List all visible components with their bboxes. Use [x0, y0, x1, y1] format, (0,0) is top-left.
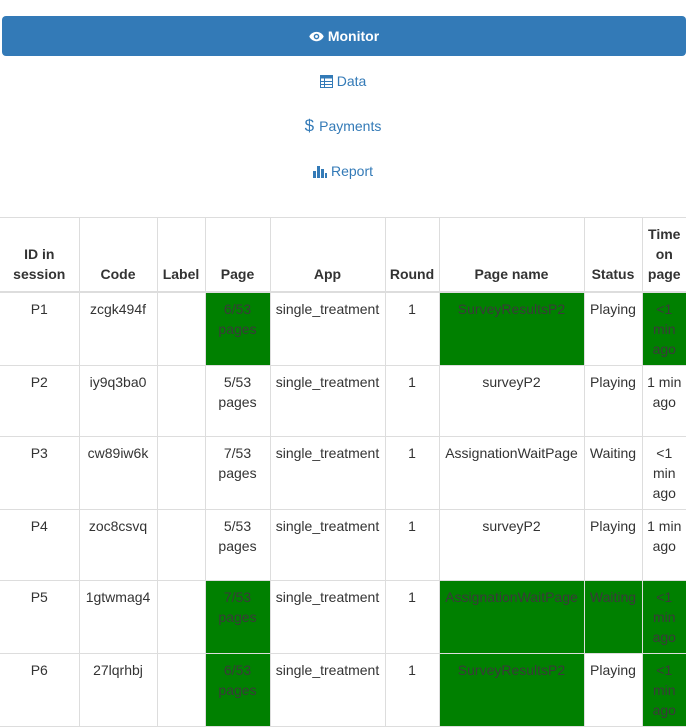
cell-page-name: SurveyResultsP2 [438, 653, 585, 727]
cell-time-on-page: <1 min ago [641, 653, 686, 727]
cell-id: P4 [0, 509, 80, 581]
bar-chart-icon [312, 165, 327, 178]
table-row: P2 iy9q3ba0 5/53 pages single_treatment … [0, 365, 686, 437]
cell-id: P5 [0, 580, 80, 654]
nav-payments-link[interactable]: $ Payments [0, 106, 686, 146]
cell-app: single_treatment [269, 509, 386, 581]
cell-status: Waiting [583, 436, 643, 510]
dollar-icon: $ [304, 116, 315, 135]
cell-label [156, 653, 206, 727]
cell-page: 7/53 pages [204, 580, 271, 654]
table-row: P3 cw89iw6k 7/53 pages single_treatment … [0, 436, 686, 510]
cell-status: Waiting [583, 580, 643, 654]
cell-round: 1 [384, 653, 440, 727]
cell-page-name: AssignationWaitPage [438, 436, 585, 510]
header-round: Round [384, 217, 440, 293]
nav-data-label: Data [336, 73, 367, 89]
nav-monitor-button[interactable]: Monitor [2, 16, 686, 56]
cell-id: P2 [0, 365, 80, 437]
cell-page: 7/53 pages [204, 436, 271, 510]
cell-id: P3 [0, 436, 80, 510]
table-icon [319, 74, 333, 88]
cell-label [156, 509, 206, 581]
cell-status: Playing [583, 653, 643, 727]
cell-code: iy9q3ba0 [78, 365, 158, 437]
header-id-in-session: ID in session [0, 217, 80, 293]
cell-label [156, 365, 206, 437]
cell-app: single_treatment [269, 436, 386, 510]
table-row: P5 1gtwmag4 7/53 pages single_treatment … [0, 580, 686, 654]
cell-app: single_treatment [269, 580, 386, 654]
cell-page-name: surveyP2 [438, 509, 585, 581]
header-time-on-page: Time on page [641, 217, 686, 293]
cell-page: 6/53 pages [204, 291, 271, 366]
cell-code: zoc8csvq [78, 509, 158, 581]
monitor-table: ID in session Code Label Page App Round … [0, 217, 686, 727]
header-page-name: Page name [438, 217, 585, 293]
nav-report-label: Report [330, 163, 374, 179]
cell-round: 1 [384, 580, 440, 654]
table-header-row: ID in session Code Label Page App Round … [0, 217, 686, 293]
header-code: Code [78, 217, 158, 293]
cell-time-on-page: <1 min ago [641, 436, 686, 510]
cell-code: zcgk494f [78, 291, 158, 366]
cell-code: cw89iw6k [78, 436, 158, 510]
cell-app: single_treatment [269, 653, 386, 727]
cell-time-on-page: 1 min ago [641, 365, 686, 437]
cell-app: single_treatment [269, 365, 386, 437]
cell-id: P6 [0, 653, 80, 727]
cell-status: Playing [583, 365, 643, 437]
header-page: Page [204, 217, 271, 293]
cell-time-on-page: <1 min ago [641, 580, 686, 654]
cell-page: 5/53 pages [204, 365, 271, 437]
nav-data-link[interactable]: Data [0, 61, 686, 101]
cell-label [156, 436, 206, 510]
header-label: Label [156, 217, 206, 293]
cell-page-name: SurveyResultsP2 [438, 291, 585, 366]
cell-time-on-page: 1 min ago [641, 509, 686, 581]
table-row: P4 zoc8csvq 5/53 pages single_treatment … [0, 509, 686, 581]
cell-code: 1gtwmag4 [78, 580, 158, 654]
cell-page-name: AssignationWaitPage [438, 580, 585, 654]
cell-status: Playing [583, 291, 643, 366]
cell-round: 1 [384, 509, 440, 581]
eye-icon [309, 31, 324, 42]
nav-report-link[interactable]: Report [0, 151, 686, 191]
cell-page: 5/53 pages [204, 509, 271, 581]
cell-round: 1 [384, 436, 440, 510]
header-app: App [269, 217, 386, 293]
header-status: Status [583, 217, 643, 293]
nav-payments-label: Payments [319, 118, 382, 134]
table-row: P6 27lqrhbj 6/53 pages single_treatment … [0, 653, 686, 727]
cell-page-name: surveyP2 [438, 365, 585, 437]
cell-code: 27lqrhbj [78, 653, 158, 727]
cell-page: 6/53 pages [204, 653, 271, 727]
cell-label [156, 580, 206, 654]
cell-status: Playing [583, 509, 643, 581]
cell-label [156, 291, 206, 366]
nav-monitor-label: Monitor [327, 28, 380, 44]
cell-app: single_treatment [269, 291, 386, 366]
cell-round: 1 [384, 291, 440, 366]
cell-id: P1 [0, 291, 80, 366]
table-row: P1 zcgk494f 6/53 pages single_treatment … [0, 291, 686, 366]
cell-round: 1 [384, 365, 440, 437]
cell-time-on-page: <1 min ago [641, 291, 686, 366]
